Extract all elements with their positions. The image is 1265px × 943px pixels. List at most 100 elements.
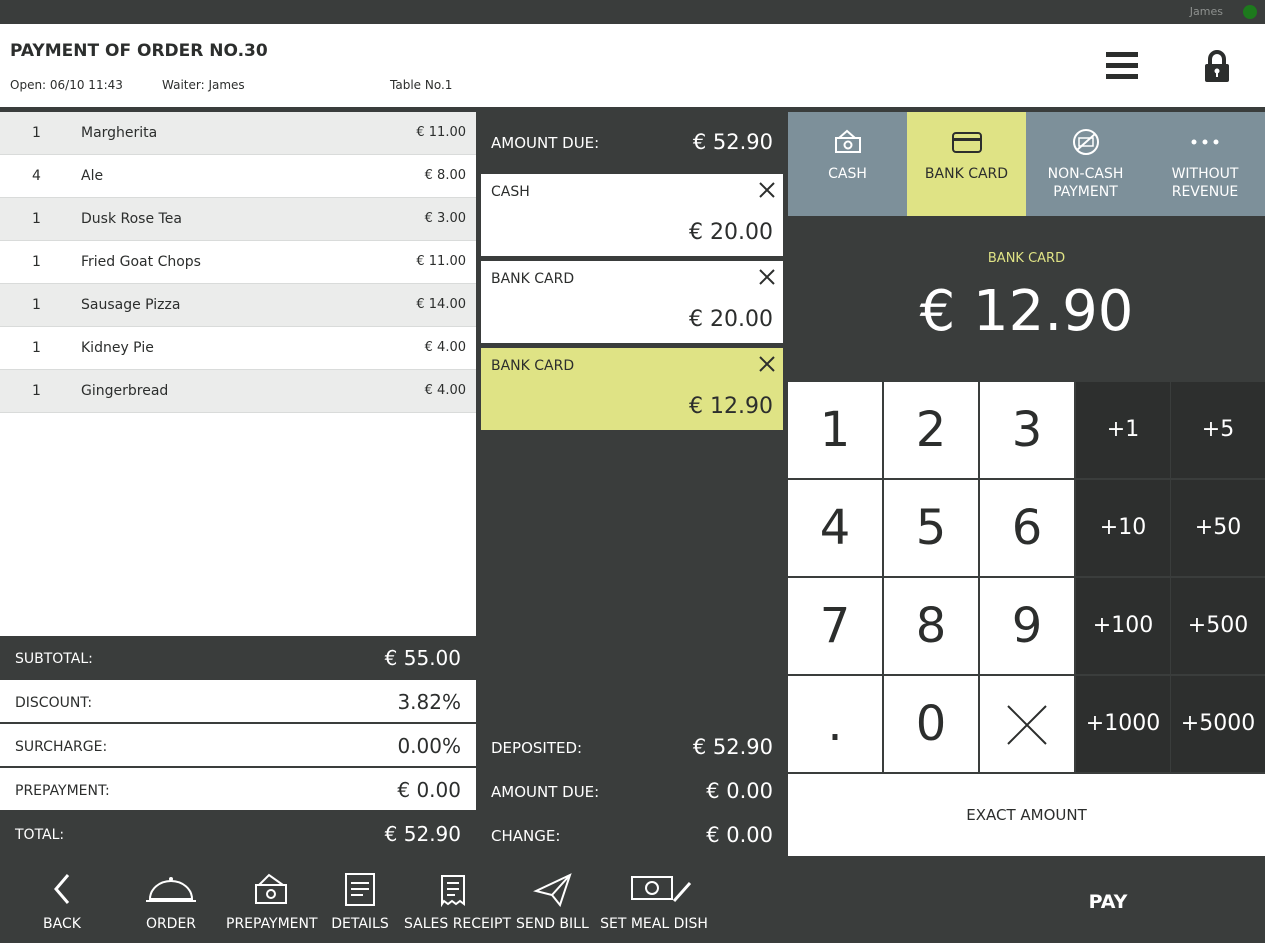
method-bank-card[interactable]: BANK CARD — [907, 112, 1026, 216]
remaining-due-label: AMOUNT DUE: — [491, 783, 600, 801]
discount-label: DISCOUNT: — [15, 695, 93, 711]
method-non-cash[interactable]: NON-CASH PAYMENT — [1026, 112, 1145, 216]
set-meal-dish-label: SET MEAL DISH — [600, 916, 708, 932]
method-cash[interactable]: CASH — [788, 112, 907, 216]
paper-plane-icon — [516, 871, 588, 908]
prepayment-button[interactable]: PREPAYMENT — [226, 861, 318, 943]
prepayment-row[interactable]: PREPAYMENT: € 0.00 — [0, 768, 476, 812]
close-icon[interactable] — [757, 180, 777, 200]
payment-entry[interactable]: BANK CARD € 20.00 — [481, 261, 783, 343]
deposited-label: DEPOSITED: — [491, 739, 583, 757]
order-button[interactable]: ORDER — [136, 861, 206, 943]
back-label: BACK — [43, 916, 81, 932]
sales-receipt-button[interactable]: SALES RECEIPT — [404, 861, 511, 943]
item-price: € 11.00 — [416, 125, 466, 140]
order-row[interactable]: 1 Kidney Pie € 4.00 — [0, 327, 476, 370]
key-clear[interactable] — [980, 676, 1074, 772]
item-name: Ale — [81, 168, 104, 184]
table-number: Table No.1 — [390, 78, 453, 92]
order-row[interactable]: 1 Sausage Pizza € 14.00 — [0, 284, 476, 327]
method-label: NON-CASH — [1047, 166, 1124, 182]
key-plus-1[interactable]: +1 — [1076, 382, 1170, 478]
exact-amount-button[interactable]: EXACT AMOUNT — [788, 774, 1265, 856]
key-7[interactable]: 7 — [788, 578, 882, 674]
set-meal-dish-button[interactable]: SET MEAL DISH — [600, 861, 708, 943]
change-value: € 0.00 — [706, 823, 773, 847]
send-bill-button[interactable]: SEND BILL — [516, 861, 589, 943]
header: PAYMENT OF ORDER NO.30 Open: 06/10 11:43… — [0, 24, 1265, 107]
item-name: Kidney Pie — [81, 340, 154, 356]
payment-entry[interactable]: CASH € 20.00 — [481, 174, 783, 256]
order-row[interactable]: 1 Dusk Rose Tea € 3.00 — [0, 198, 476, 241]
prepayment-label: PREPAYMENT: — [15, 783, 110, 799]
waiter-name: Waiter: James — [162, 78, 245, 92]
key-6[interactable]: 6 — [980, 480, 1074, 576]
details-label: DETAILS — [331, 916, 389, 932]
card-icon — [907, 128, 1026, 156]
key-4[interactable]: 4 — [788, 480, 882, 576]
item-name: Sausage Pizza — [81, 297, 181, 313]
payment-entry-amount: € 20.00 — [689, 307, 773, 332]
order-row[interactable]: 1 Gingerbread € 4.00 — [0, 370, 476, 413]
item-price: € 3.00 — [424, 211, 466, 226]
key-plus-10[interactable]: +10 — [1076, 480, 1170, 576]
close-icon[interactable] — [757, 354, 777, 374]
order-items-list: 1 Margherita € 11.00 4 Ale € 8.00 1 Dusk Rose… — [0, 112, 476, 636]
key-8[interactable]: 8 — [884, 578, 978, 674]
surcharge-label: SURCHARGE: — [15, 739, 108, 755]
subtotal-label: SUBTOTAL: — [15, 651, 93, 667]
key-3[interactable]: 3 — [980, 382, 1074, 478]
key-plus-50[interactable]: +50 — [1171, 480, 1265, 576]
method-label-line2: REVENUE — [1171, 184, 1239, 200]
payment-entry-label: CASH — [491, 184, 530, 200]
order-label: ORDER — [145, 916, 197, 932]
cloche-icon — [136, 871, 206, 907]
close-icon[interactable] — [757, 267, 777, 287]
receipt-icon — [404, 871, 502, 908]
key-2[interactable]: 2 — [884, 382, 978, 478]
item-price: € 4.00 — [424, 340, 466, 355]
item-price: € 14.00 — [416, 297, 466, 312]
more-icon — [1145, 128, 1265, 156]
pay-button[interactable]: PAY — [1060, 861, 1156, 943]
lock-icon[interactable] — [1203, 50, 1231, 84]
item-qty: 1 — [32, 254, 41, 270]
item-price: € 8.00 — [424, 168, 466, 183]
pos-payment-screen: { "topbar": {"user": "James"}, "header":… — [0, 0, 1265, 943]
method-label: WITHOUT — [1171, 166, 1239, 182]
cash-icon — [788, 128, 907, 156]
key-plus-5000[interactable]: +5000 — [1171, 676, 1265, 772]
key-decimal[interactable]: . — [788, 676, 882, 772]
key-5[interactable]: 5 — [884, 480, 978, 576]
key-plus-1000[interactable]: +1000 — [1076, 676, 1170, 772]
order-row[interactable]: 1 Margherita € 11.00 — [0, 112, 476, 155]
hamburger-menu-icon[interactable] — [1106, 52, 1138, 82]
change-label: CHANGE: — [491, 827, 561, 845]
payment-entry-selected[interactable]: BANK CARD € 12.90 — [481, 348, 783, 430]
back-button[interactable]: BACK — [32, 861, 92, 943]
key-9[interactable]: 9 — [980, 578, 1074, 674]
remaining-due-value: € 0.00 — [706, 779, 773, 803]
key-0[interactable]: 0 — [884, 676, 978, 772]
surcharge-row[interactable]: SURCHARGE: 0.00% — [0, 724, 476, 768]
item-qty: 1 — [32, 340, 41, 356]
discount-value: 3.82% — [397, 690, 461, 714]
discount-row[interactable]: DISCOUNT: 3.82% — [0, 680, 476, 724]
entered-amount: € 12.90 — [919, 279, 1134, 344]
method-without-revenue[interactable]: WITHOUT REVENUE — [1145, 112, 1265, 216]
subtotal-value: € 55.00 — [384, 646, 461, 670]
key-plus-500[interactable]: +500 — [1171, 578, 1265, 674]
item-price: € 11.00 — [416, 254, 466, 269]
status-bar: James — [0, 0, 1265, 24]
payment-entry-label: BANK CARD — [491, 358, 575, 374]
key-plus-5[interactable]: +5 — [1171, 382, 1265, 478]
key-1[interactable]: 1 — [788, 382, 882, 478]
amount-due-value: € 52.90 — [692, 130, 773, 154]
item-price: € 4.00 — [424, 383, 466, 398]
key-plus-100[interactable]: +100 — [1076, 578, 1170, 674]
order-row[interactable]: 1 Fried Goat Chops € 11.00 — [0, 241, 476, 284]
payments-panel: AMOUNT DUE: € 52.90 CASH € 20.00 BANK CA… — [476, 112, 788, 861]
no-cash-icon — [1026, 128, 1145, 156]
details-button[interactable]: DETAILS — [330, 861, 390, 943]
order-row[interactable]: 4 Ale € 8.00 — [0, 155, 476, 198]
